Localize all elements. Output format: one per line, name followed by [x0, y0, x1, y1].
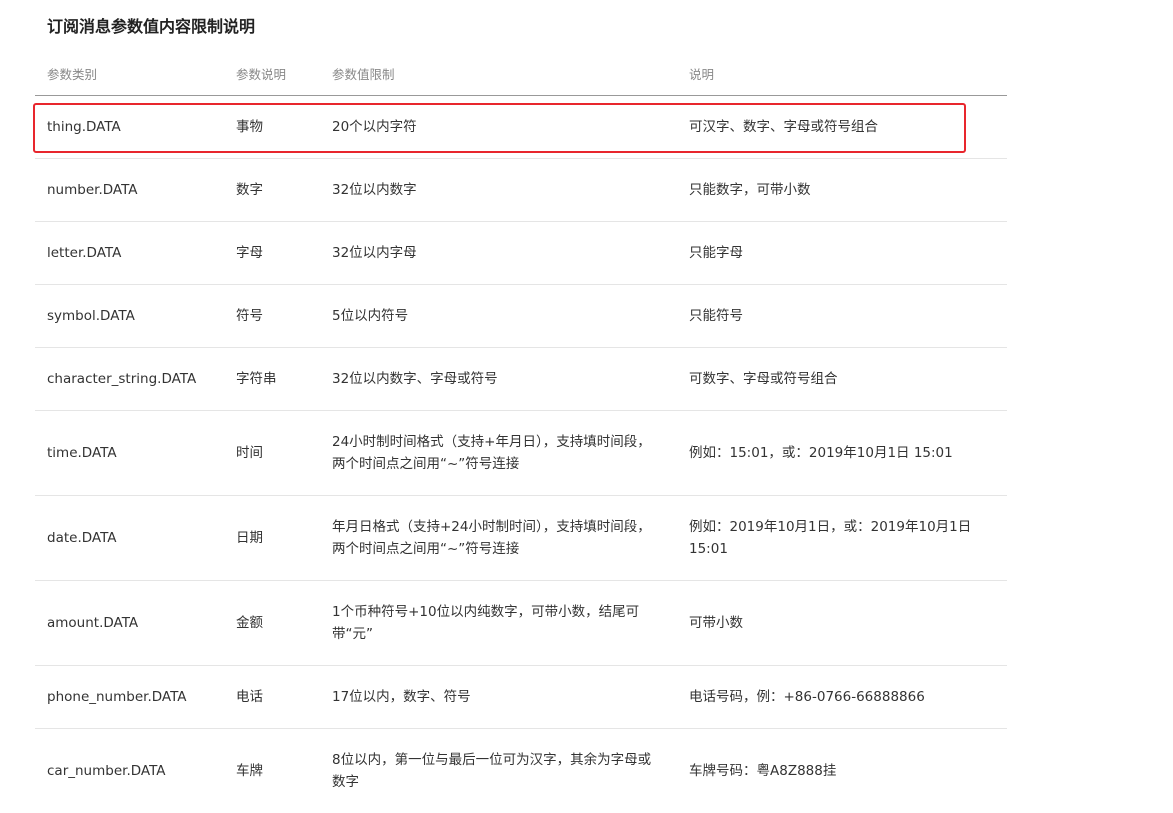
cell-param-limit: 24小时制时间格式（支持+年月日），支持填时间段，两个时间点之间用“~”符号连接 — [332, 434, 651, 472]
cell-note: 例如：15:01，或：2019年10月1日 15:01 — [689, 445, 953, 461]
cell-param-desc: 车牌 — [236, 763, 263, 779]
cell-param-type: amount.DATA — [47, 615, 139, 631]
cell-param-type: date.DATA — [47, 530, 117, 546]
cell-note: 只能符号 — [689, 308, 743, 324]
cell-param-type: character_string.DATA — [47, 371, 197, 387]
header-param-limit: 参数值限制 — [332, 67, 395, 82]
cell-param-type: number.DATA — [47, 182, 138, 198]
cell-param-limit: 32位以内数字 — [332, 182, 417, 198]
cell-note: 可汉字、数字、字母或符号组合 — [689, 119, 878, 135]
cell-param-desc: 数字 — [236, 182, 263, 198]
parameter-table: 参数类别 参数说明 参数值限制 说明 thing.DATA 事物 20个以内字符… — [35, 55, 1007, 813]
cell-param-limit: 17位以内，数字、符号 — [332, 689, 471, 705]
cell-param-desc: 时间 — [236, 445, 263, 461]
cell-param-type: car_number.DATA — [47, 763, 166, 779]
cell-param-desc: 电话 — [236, 689, 263, 705]
header-note: 说明 — [689, 67, 715, 82]
cell-note: 只能数字，可带小数 — [689, 182, 811, 198]
table-row: character_string.DATA 字符串 32位以内数字、字母或符号 … — [35, 348, 1007, 411]
cell-param-type: symbol.DATA — [47, 308, 135, 324]
cell-note: 车牌号码：粤A8Z888挂 — [689, 763, 837, 779]
cell-param-limit: 8位以内，第一位与最后一位可为汉字，其余为字母或数字 — [332, 752, 652, 790]
table-row: car_number.DATA 车牌 8位以内，第一位与最后一位可为汉字，其余为… — [35, 729, 1007, 813]
cell-param-limit: 20个以内字符 — [332, 119, 417, 135]
table-header: 参数类别 参数说明 参数值限制 说明 — [35, 55, 1007, 96]
cell-param-desc: 字符串 — [236, 371, 277, 387]
cell-note: 可带小数 — [689, 615, 743, 631]
cell-param-desc: 事物 — [236, 119, 263, 135]
header-param-type: 参数类别 — [47, 67, 98, 82]
table-row: phone_number.DATA 电话 17位以内，数字、符号 电话号码，例：… — [35, 666, 1007, 729]
cell-param-desc: 符号 — [236, 308, 263, 324]
cell-param-limit: 32位以内字母 — [332, 245, 417, 261]
table-row: thing.DATA 事物 20个以内字符 可汉字、数字、字母或符号组合 — [35, 96, 1007, 159]
cell-param-limit: 32位以内数字、字母或符号 — [332, 371, 498, 387]
cell-note: 只能字母 — [689, 245, 743, 261]
cell-param-limit: 5位以内符号 — [332, 308, 409, 324]
page-title: 订阅消息参数值内容限制说明 — [47, 17, 256, 36]
cell-param-type: time.DATA — [47, 445, 117, 461]
table-row: letter.DATA 字母 32位以内字母 只能字母 — [35, 222, 1007, 285]
cell-param-type: phone_number.DATA — [47, 689, 187, 705]
cell-param-type: thing.DATA — [47, 119, 121, 135]
cell-param-desc: 金额 — [236, 615, 263, 631]
cell-param-desc: 日期 — [236, 530, 263, 546]
cell-note: 可数字、字母或符号组合 — [689, 371, 838, 387]
cell-param-desc: 字母 — [236, 245, 263, 261]
cell-note: 电话号码，例：+86-0766-66888866 — [689, 689, 925, 705]
cell-param-type: letter.DATA — [47, 245, 122, 261]
table-row: amount.DATA 金额 1个币种符号+10位以内纯数字，可带小数，结尾可带… — [35, 581, 1007, 666]
cell-param-limit: 1个币种符号+10位以内纯数字，可带小数，结尾可带“元” — [332, 604, 640, 642]
header-param-desc: 参数说明 — [236, 67, 287, 82]
cell-note: 例如：2019年10月1日，或：2019年10月1日 15:01 — [689, 519, 972, 557]
table-row: time.DATA 时间 24小时制时间格式（支持+年月日），支持填时间段，两个… — [35, 411, 1007, 496]
table-row: date.DATA 日期 年月日格式（支持+24小时制时间），支持填时间段，两个… — [35, 496, 1007, 581]
table-row: symbol.DATA 符号 5位以内符号 只能符号 — [35, 285, 1007, 348]
cell-param-limit: 年月日格式（支持+24小时制时间），支持填时间段，两个时间点之间用“~”符号连接 — [332, 519, 651, 557]
table-row: number.DATA 数字 32位以内数字 只能数字，可带小数 — [35, 159, 1007, 222]
